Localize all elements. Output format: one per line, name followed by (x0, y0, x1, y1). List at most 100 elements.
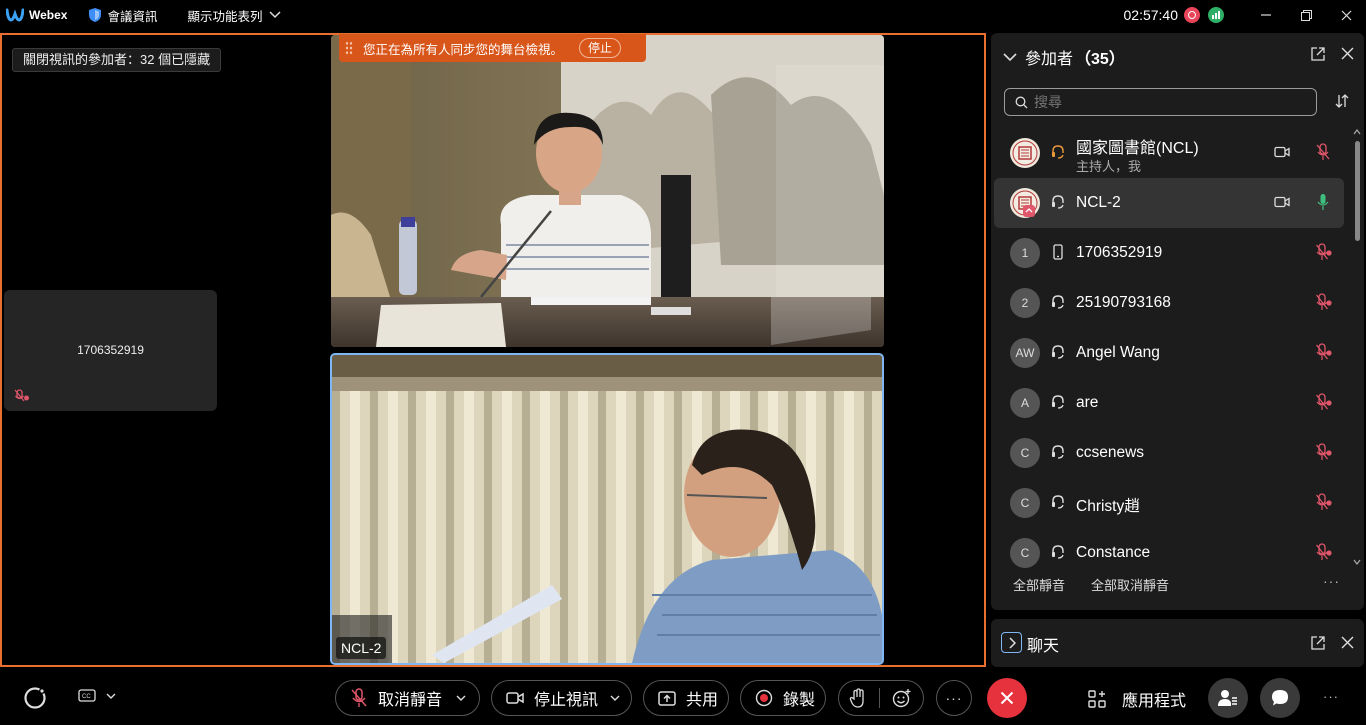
mic-active-icon[interactable] (1316, 193, 1330, 211)
share-button[interactable]: 共用 (643, 680, 729, 716)
activity-ring-icon[interactable] (23, 686, 47, 710)
participant-row[interactable]: NCL-2 (994, 178, 1344, 228)
mute-all-button[interactable]: 全部靜音 (1013, 575, 1065, 594)
mic-muted-icon[interactable] (1316, 493, 1332, 511)
webex-logo-icon (6, 8, 24, 22)
participant-tile[interactable]: 1706352919 (4, 290, 217, 411)
mic-muted-icon[interactable] (1316, 393, 1332, 411)
divider (879, 688, 880, 708)
participant-row[interactable]: 2 25190793168 (994, 278, 1344, 328)
participants-title: 參加者 (1025, 51, 1074, 68)
participant-name: 國家圖書館(NCL) (1076, 140, 1199, 157)
share-screen-icon (658, 690, 676, 706)
show-menu-bar-button[interactable]: 顯示功能表列 (187, 6, 281, 25)
mic-muted-icon[interactable] (1316, 543, 1332, 561)
ncl2-video-frame (332, 355, 882, 663)
stage-sync-banner[interactable]: 您正在為所有人同步您的舞台檢視。 停止 (339, 34, 646, 62)
unmute-button[interactable]: 取消靜音 (335, 680, 480, 716)
stop-video-button[interactable]: 停止視訊 (491, 680, 632, 716)
sync-banner-text: 您正在為所有人同步您的舞台檢視。 (363, 42, 564, 57)
chat-expand-button[interactable] (1001, 632, 1022, 653)
speaker-video-frame (331, 35, 884, 347)
participant-row[interactable]: C ccsenews (994, 428, 1344, 478)
active-speaker-video[interactable] (331, 35, 884, 347)
chevron-down-icon[interactable] (1003, 52, 1017, 62)
participant-role: 主持人，我 (1076, 159, 1142, 174)
meeting-info-button[interactable]: 會議資訊 (89, 6, 157, 25)
add-reaction-icon[interactable] (892, 688, 912, 708)
search-input[interactable] (1034, 94, 1294, 110)
close-icon[interactable] (1341, 636, 1354, 649)
record-button[interactable]: 錄製 (740, 680, 826, 716)
participant-row[interactable]: A are (994, 378, 1344, 428)
closed-captions-icon: CC (78, 689, 96, 702)
app-brand: Webex (6, 8, 67, 22)
unmute-all-button[interactable]: 全部取消靜音 (1091, 575, 1169, 594)
chevron-down-icon[interactable] (610, 695, 620, 702)
captions-button[interactable]: CC (78, 689, 116, 703)
more-options-label: ··· (945, 690, 963, 706)
participant-name: Christy趙 (1076, 498, 1140, 515)
scrollbar-thumb[interactable] (1355, 141, 1360, 241)
close-window-button[interactable] (1326, 0, 1366, 30)
participant-row[interactable]: AW Angel Wang (994, 328, 1344, 378)
chat-toggle-button[interactable] (1260, 678, 1300, 718)
hidden-participants-note[interactable]: 關閉視訊的參加者：32 個已隱藏 (12, 48, 222, 72)
participants-icon (1218, 690, 1237, 706)
mic-muted-icon[interactable] (1316, 443, 1332, 461)
video-name-label: NCL-2 (336, 637, 387, 659)
participant-row[interactable]: 1 1706352919 (994, 228, 1344, 278)
pop-out-icon[interactable] (1311, 636, 1325, 650)
participant-row[interactable]: C Christy趙 (994, 478, 1344, 528)
apps-button[interactable]: 應用程式 (1088, 687, 1186, 711)
raise-hand-icon[interactable] (849, 688, 867, 708)
mic-muted-icon (14, 389, 29, 402)
drag-handle-icon[interactable] (345, 41, 353, 55)
meeting-controls: CC 取消靜音 停止視訊 共用 錄製 ··· 應用程式 ··· (0, 669, 1366, 725)
headset-icon (1052, 545, 1064, 559)
participant-list: 國家圖書館(NCL) 主持人，我 NCL-2 1 1706352919 2 25… (991, 128, 1349, 578)
sort-icon[interactable] (1334, 93, 1350, 109)
participant-search[interactable] (1004, 88, 1317, 116)
video-camera-icon[interactable] (1274, 196, 1290, 208)
mic-muted-icon[interactable] (1316, 293, 1332, 311)
participant-row[interactable]: 國家圖書館(NCL) 主持人，我 (994, 128, 1344, 178)
stop-video-label: 停止視訊 (534, 692, 599, 709)
headset-host-icon (1052, 145, 1064, 159)
mic-muted-icon[interactable] (1316, 143, 1330, 161)
stop-sync-button[interactable]: 停止 (579, 38, 622, 58)
more-options-button[interactable]: ··· (936, 680, 972, 716)
participants-toggle-button[interactable] (1208, 678, 1248, 718)
network-stats-icon[interactable] (1208, 7, 1224, 23)
meeting-clock: 02:57:40 (1123, 7, 1179, 23)
close-icon[interactable] (1341, 47, 1354, 60)
chevron-down-icon[interactable] (456, 695, 466, 702)
pop-out-icon[interactable] (1311, 47, 1325, 61)
participants-more-button[interactable]: ··· (1323, 573, 1340, 589)
participant-name: Constance (1076, 544, 1151, 561)
close-icon (1000, 691, 1014, 705)
chat-header-actions (1311, 636, 1354, 650)
leave-meeting-button[interactable] (987, 678, 1027, 718)
restore-button[interactable] (1286, 0, 1326, 30)
participant-row[interactable]: C Constance (994, 528, 1344, 578)
reactions-button[interactable] (838, 680, 924, 716)
sharing-badge-icon (1023, 205, 1035, 217)
headset-icon (1052, 445, 1064, 459)
chevron-down-icon (106, 693, 116, 699)
apps-label: 應用程式 (1122, 693, 1187, 710)
ncl2-video[interactable]: NCL-2 (330, 353, 884, 665)
participants-header[interactable]: 參加者 （35） (1003, 45, 1125, 69)
mic-muted-icon (351, 688, 367, 707)
mic-muted-icon[interactable] (1316, 243, 1332, 261)
recording-indicator-icon[interactable] (1184, 7, 1200, 23)
overflow-menu-button[interactable]: ··· (1323, 689, 1339, 704)
chat-title: 聊天 (1027, 638, 1060, 655)
minimize-button[interactable] (1246, 0, 1286, 30)
mic-muted-icon[interactable] (1316, 343, 1332, 361)
chat-panel: 聊天 (991, 619, 1364, 667)
svg-text:CC: CC (82, 694, 91, 700)
participants-panel: 參加者 （35） 國家圖書館(NCL) 主持人，我 NCL- (991, 33, 1364, 610)
close-icon (1341, 10, 1351, 20)
video-camera-icon[interactable] (1274, 146, 1290, 158)
